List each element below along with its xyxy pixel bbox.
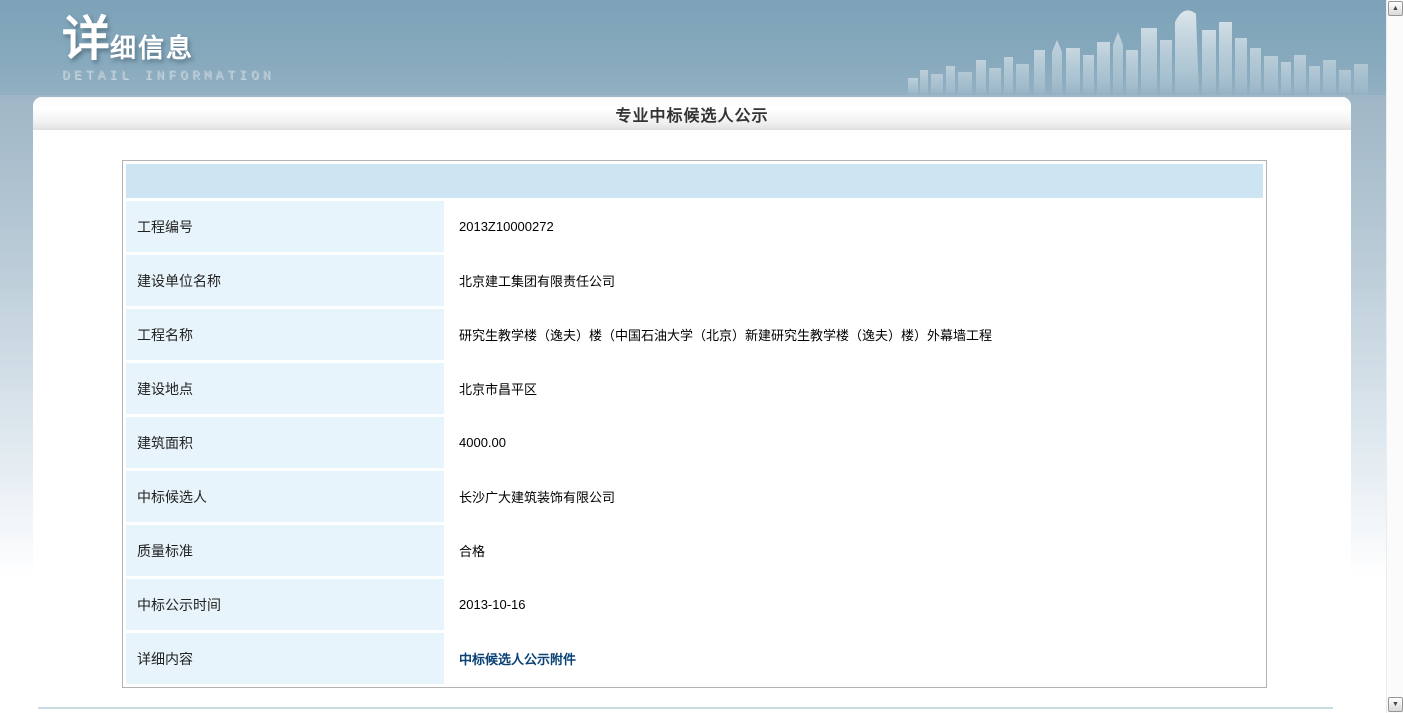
table-row: 工程名称 研究生教学楼（逸夫）楼（中国石油大学（北京）新建研究生教学楼（逸夫）楼…	[126, 309, 1263, 360]
row-value: 北京建工集团有限责任公司	[459, 271, 615, 290]
site-logo: 详细信息 DETAIL INFORMATION	[62, 16, 274, 83]
logo-text-english: DETAIL INFORMATION	[62, 68, 274, 83]
row-label: 详细内容	[126, 633, 444, 684]
table-row: 详细内容 中标候选人公示附件	[126, 633, 1263, 684]
row-value-cell: 2013-10-16	[447, 579, 1263, 630]
row-label: 工程编号	[126, 201, 444, 252]
row-value-cell: 合格	[447, 525, 1263, 576]
row-value: 长沙广大建筑装饰有限公司	[459, 487, 615, 506]
table-row: 建设单位名称 北京建工集团有限责任公司	[126, 255, 1263, 306]
row-value: 2013-10-16	[459, 597, 526, 612]
table-row: 中标候选人 长沙广大建筑装饰有限公司	[126, 471, 1263, 522]
row-value: 北京市昌平区	[459, 379, 537, 398]
table-row: 质量标准 合格	[126, 525, 1263, 576]
row-value: 合格	[459, 541, 485, 560]
row-value-cell: 中标候选人公示附件	[447, 633, 1263, 684]
row-value: 4000.00	[459, 435, 506, 450]
row-value-cell: 北京建工集团有限责任公司	[447, 255, 1263, 306]
row-value-cell: 研究生教学楼（逸夫）楼（中国石油大学（北京）新建研究生教学楼（逸夫）楼）外幕墙工…	[447, 309, 1263, 360]
content-card: 专业中标候选人公示 工程编号 2013Z10000272 建设单位名称 北京建工…	[33, 97, 1351, 713]
table-row: 中标公示时间 2013-10-16	[126, 579, 1263, 630]
table-row: 建设地点 北京市昌平区	[126, 363, 1263, 414]
scroll-down-button[interactable]: ▼	[1388, 697, 1403, 712]
row-label: 中标候选人	[126, 471, 444, 522]
row-value-cell: 长沙广大建筑装饰有限公司	[447, 471, 1263, 522]
row-label: 建设单位名称	[126, 255, 444, 306]
header-banner: 详细信息 DETAIL INFORMATION	[0, 0, 1386, 95]
detail-table-body: 工程编号 2013Z10000272 建设单位名称 北京建工集团有限责任公司 工…	[126, 201, 1263, 684]
scroll-down-icon: ▼	[1392, 701, 1399, 708]
logo-text-big: 详	[62, 16, 110, 64]
page-title: 专业中标候选人公示	[615, 102, 768, 126]
vertical-scrollbar[interactable]: ▲ ▼	[1386, 0, 1403, 713]
row-label: 建设地点	[126, 363, 444, 414]
attachment-link[interactable]: 中标候选人公示附件	[459, 649, 576, 668]
row-value: 2013Z10000272	[459, 219, 554, 234]
scroll-up-icon: ▲	[1392, 5, 1399, 12]
table-header-band	[126, 164, 1263, 198]
row-value-cell: 2013Z10000272	[447, 201, 1263, 252]
title-bar: 专业中标候选人公示	[33, 97, 1351, 130]
city-skyline-graphic	[906, 0, 1376, 95]
table-row: 建筑面积 4000.00	[126, 417, 1263, 468]
logo-text-small: 细信息	[110, 35, 194, 64]
table-row: 工程编号 2013Z10000272	[126, 201, 1263, 252]
row-label: 质量标准	[126, 525, 444, 576]
row-label: 建筑面积	[126, 417, 444, 468]
row-label: 中标公示时间	[126, 579, 444, 630]
detail-table: 工程编号 2013Z10000272 建设单位名称 北京建工集团有限责任公司 工…	[122, 160, 1267, 688]
row-value: 研究生教学楼（逸夫）楼（中国石油大学（北京）新建研究生教学楼（逸夫）楼）外幕墙工…	[459, 325, 992, 344]
row-value-cell: 北京市昌平区	[447, 363, 1263, 414]
scroll-up-button[interactable]: ▲	[1388, 1, 1403, 16]
row-value-cell: 4000.00	[447, 417, 1263, 468]
page: { "banner": { "logo_big": "详", "logo_sma…	[0, 0, 1403, 713]
row-label: 工程名称	[126, 309, 444, 360]
footer-divider	[38, 707, 1333, 709]
